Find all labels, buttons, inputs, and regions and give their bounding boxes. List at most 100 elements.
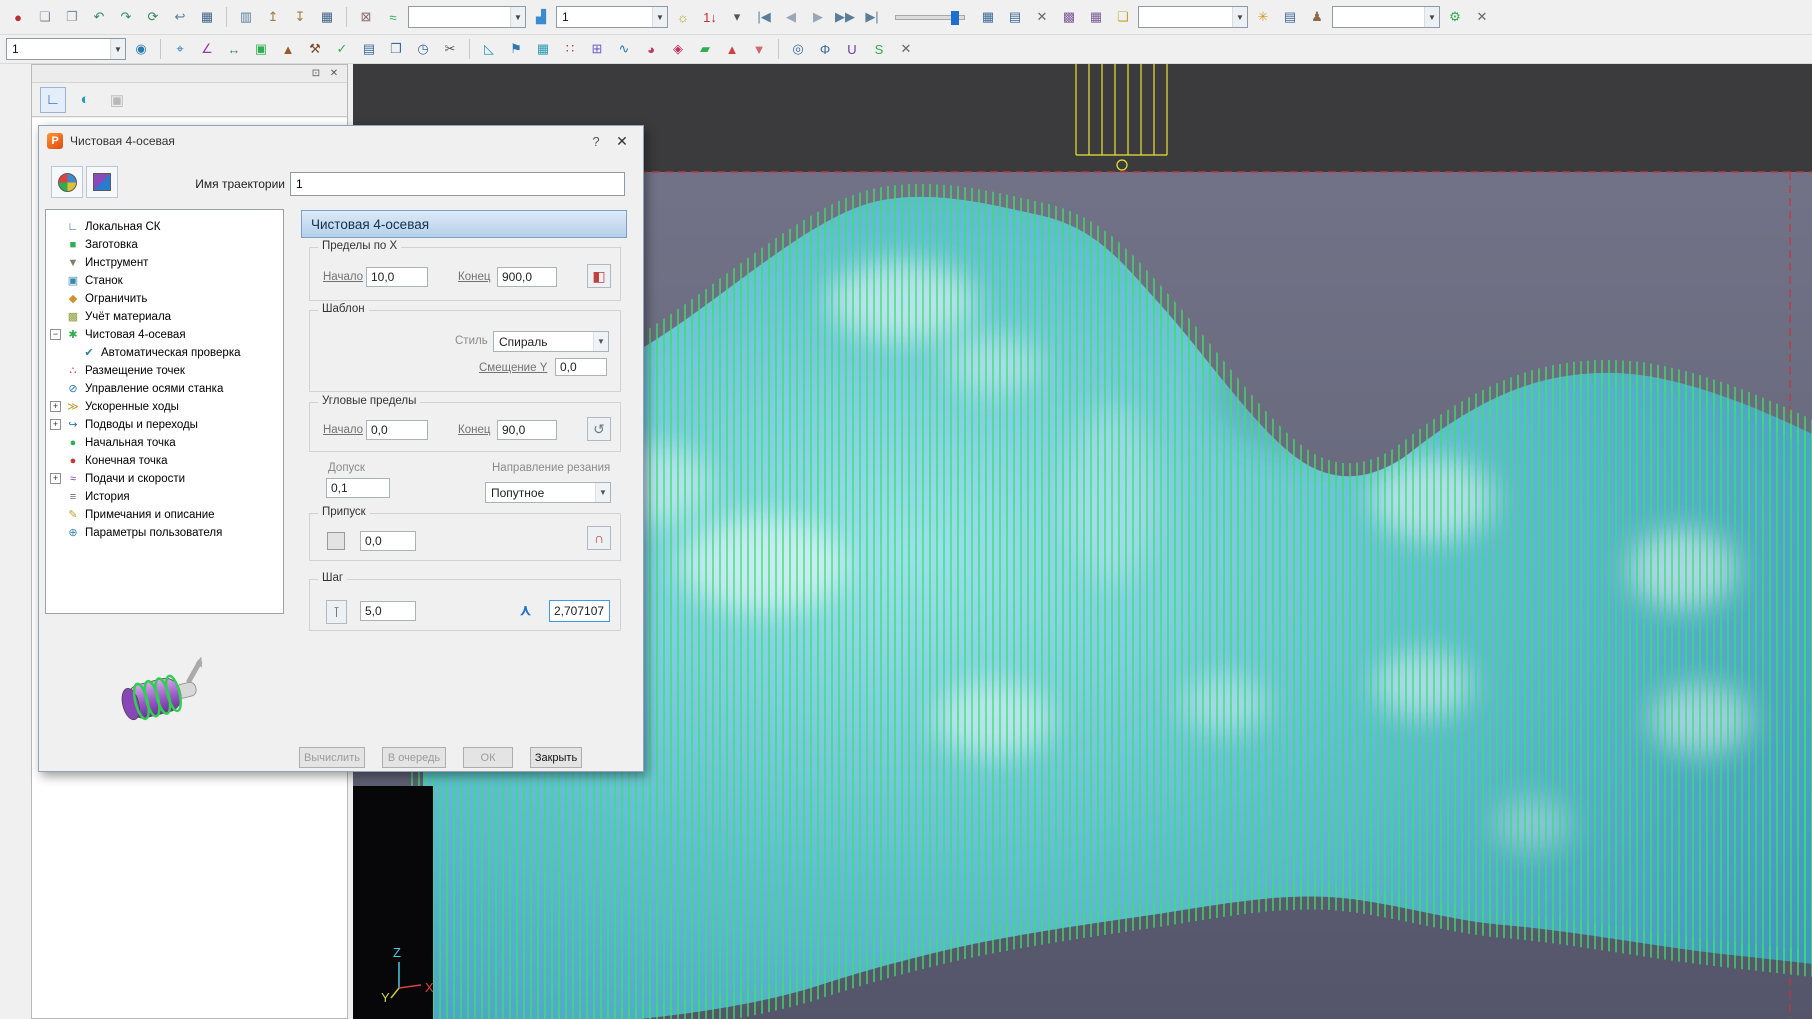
model-tree-icon[interactable]: ∟: [40, 86, 66, 113]
record-icon[interactable]: ●: [6, 6, 30, 28]
angular-rotate-button[interactable]: ↺: [587, 417, 611, 441]
link-icon[interactable]: ⊞: [585, 38, 609, 60]
chart-icon[interactable]: ▟: [529, 6, 553, 28]
mesh-icon[interactable]: ▦: [531, 38, 555, 60]
tree-item[interactable]: + ≈ Подачи и скорости: [50, 470, 185, 487]
sparkle-icon[interactable]: ✳: [1251, 6, 1275, 28]
tolerance-input[interactable]: [326, 478, 390, 498]
sheet2-icon[interactable]: ▤: [357, 38, 381, 60]
sheet-icon[interactable]: ▤: [1278, 6, 1302, 28]
locked-icon[interactable]: ▣: [104, 87, 130, 113]
tree-item[interactable]: ∴ Размещение точек: [50, 362, 185, 379]
style-combo[interactable]: Спираль ▼: [493, 331, 609, 352]
doc-check-icon[interactable]: ✓: [330, 38, 354, 60]
tree-item[interactable]: ✔ Автоматическая проверка: [66, 344, 240, 361]
sphere-icon[interactable]: ◉: [129, 38, 153, 60]
fixture-icon[interactable]: ▲: [276, 38, 300, 60]
open-recent-icon[interactable]: ❐: [60, 6, 84, 28]
s-wave-icon[interactable]: S: [867, 38, 891, 60]
play-icon[interactable]: ▶: [806, 6, 830, 28]
close-group-icon[interactable]: ✕: [1030, 6, 1054, 28]
zoom-icon[interactable]: ◎: [786, 38, 810, 60]
table-icon[interactable]: ▦: [976, 6, 1000, 28]
tree-item[interactable]: ✎ Примечания и описание: [50, 506, 214, 523]
x-end-label[interactable]: Конец: [458, 271, 490, 283]
expand-icon[interactable]: +: [50, 419, 61, 430]
gem-icon[interactable]: ◈: [666, 38, 690, 60]
tool-icon[interactable]: ⚒: [303, 38, 327, 60]
x-start-input[interactable]: [366, 267, 428, 287]
tree-item[interactable]: ⊘ Управление осями станка: [50, 380, 223, 397]
angle-start-input[interactable]: [366, 420, 428, 440]
x-end-input[interactable]: [497, 267, 557, 287]
grid-icon[interactable]: ▩: [1057, 6, 1081, 28]
clock-icon[interactable]: ◷: [411, 38, 435, 60]
go-last-icon[interactable]: ▶|: [860, 6, 884, 28]
lamp-icon[interactable]: ☼: [671, 6, 695, 28]
x-limits-pick-button[interactable]: ◧: [587, 264, 611, 288]
x-start-label[interactable]: Начало: [323, 271, 363, 283]
tree-item[interactable]: ▼ Инструмент: [50, 254, 149, 271]
help-button[interactable]: ?: [583, 134, 609, 149]
tree-item[interactable]: ◆ Ограничить: [50, 290, 148, 307]
angle-end-label[interactable]: Конец: [458, 424, 490, 436]
table-edit-icon[interactable]: ▤: [1003, 6, 1027, 28]
users-icon[interactable]: ♟: [1305, 6, 1329, 28]
tree-item[interactable]: + ≫ Ускоренные ходы: [50, 398, 179, 415]
simulation-speed-slider[interactable]: [895, 10, 965, 25]
grid-calc-icon[interactable]: ▦: [1084, 6, 1108, 28]
slab-icon[interactable]: ▰: [693, 38, 717, 60]
scissors-icon[interactable]: ✂: [438, 38, 462, 60]
operation-combo[interactable]: 1 ▼: [556, 6, 668, 28]
caret-icon[interactable]: ▾: [725, 6, 749, 28]
allowance-color-button[interactable]: [327, 532, 345, 550]
save-icon[interactable]: ▦: [195, 6, 219, 28]
tree-item[interactable]: ∟ Локальная СК: [50, 218, 161, 235]
angle-start-label[interactable]: Начало: [323, 424, 363, 436]
tree-item[interactable]: ⊕ Параметры пользователя: [50, 524, 222, 541]
step-forward-icon[interactable]: ▶▶: [833, 6, 857, 28]
wrench-icon[interactable]: ⚙: [1443, 6, 1467, 28]
tree-item[interactable]: ≡ История: [50, 488, 130, 505]
dialog-close-button[interactable]: ✕: [609, 133, 635, 150]
model-combo[interactable]: ▼: [408, 6, 526, 28]
queue-button[interactable]: В очередь: [382, 747, 446, 768]
offset-y-label[interactable]: Смещение Y: [479, 362, 547, 374]
dialog-titlebar[interactable]: Р Чистовая 4-осевая ? ✕: [39, 126, 643, 156]
collapse-icon[interactable]: −: [50, 329, 61, 340]
current-trajectory-combo[interactable]: 1 ▼: [6, 38, 126, 60]
postprocess-combo[interactable]: ▼: [1332, 6, 1440, 28]
step-mode-button[interactable]: ⊺: [326, 600, 347, 624]
calculate-button[interactable]: Вычислить: [299, 747, 365, 768]
cut-direction-combo[interactable]: Попутное ▼: [485, 482, 611, 503]
cone-icon[interactable]: ▲: [720, 38, 744, 60]
import-icon[interactable]: ↥: [261, 6, 285, 28]
step-one-icon[interactable]: 1↓: [698, 6, 722, 28]
undo-icon[interactable]: ↶: [87, 6, 111, 28]
trajectory-name-input[interactable]: [290, 172, 625, 196]
open-project-icon[interactable]: ❏: [33, 6, 57, 28]
angle-icon[interactable]: ∠: [195, 38, 219, 60]
go-first-icon[interactable]: |◀: [752, 6, 776, 28]
measure-icon[interactable]: ↔: [222, 38, 246, 60]
tree-item[interactable]: ▩ Учёт материала: [50, 308, 171, 325]
refresh-icon[interactable]: ⟳: [141, 6, 165, 28]
close-window-icon[interactable]: ⊠: [354, 6, 378, 28]
close-toolbar-icon[interactable]: ✕: [1470, 6, 1494, 28]
tree-item[interactable]: ● Начальная точка: [50, 434, 176, 451]
panel-float-button[interactable]: ⊡: [309, 68, 323, 79]
panel-close-button[interactable]: ✕: [327, 68, 341, 79]
globe-icon[interactable]: ◐: [72, 87, 98, 113]
step-back-icon[interactable]: ◀: [779, 6, 803, 28]
tree-item[interactable]: + ↪ Подводы и переходы: [50, 416, 198, 433]
slider-handle[interactable]: [951, 10, 959, 25]
tree-item[interactable]: ■ Заготовка: [50, 236, 138, 253]
points-icon[interactable]: ∷: [558, 38, 582, 60]
export-icon[interactable]: ↧: [288, 6, 312, 28]
close2-icon[interactable]: ✕: [894, 38, 918, 60]
rotary-view-button[interactable]: [51, 166, 83, 198]
machine-setup-button[interactable]: [86, 166, 118, 198]
copy-icon[interactable]: ❐: [384, 38, 408, 60]
allowance-input[interactable]: [360, 531, 416, 551]
phi-icon[interactable]: Φ: [813, 38, 837, 60]
